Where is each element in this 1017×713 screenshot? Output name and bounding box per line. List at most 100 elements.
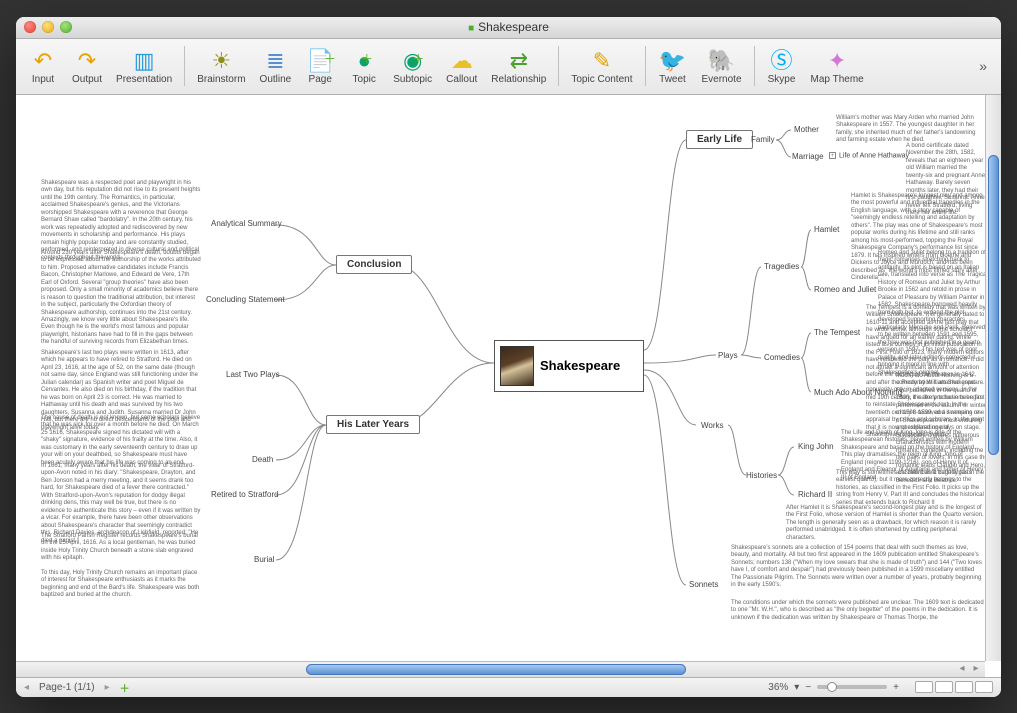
node-king-john[interactable]: King John bbox=[798, 442, 834, 451]
node-histories[interactable]: Histories bbox=[746, 471, 777, 480]
window-controls bbox=[24, 21, 72, 33]
view-mode-4[interactable] bbox=[975, 681, 993, 693]
relationship-button[interactable]: ⇄Relationship bbox=[485, 46, 552, 87]
toolbar-separator bbox=[558, 46, 559, 86]
subtopic-button[interactable]: ◉＋Subtopic bbox=[387, 46, 438, 87]
view-mode-icons bbox=[915, 681, 993, 693]
node-richard[interactable]: Richard II bbox=[798, 490, 832, 499]
horizontal-scrollbar[interactable]: ◂ ▸ bbox=[16, 661, 985, 677]
minimize-icon[interactable] bbox=[42, 21, 54, 33]
map-theme-button[interactable]: ✦Map Theme bbox=[805, 46, 870, 87]
zoom-slider[interactable] bbox=[817, 685, 887, 689]
titlebar[interactable]: Shakespeare bbox=[16, 17, 1001, 39]
node-analytical-summary[interactable]: Analytical Summary bbox=[211, 219, 282, 228]
callout-button[interactable]: ☁Callout bbox=[440, 46, 483, 87]
page-indicator[interactable]: Page-1 (1/1) bbox=[39, 682, 95, 693]
output-icon: ↷ bbox=[78, 48, 96, 74]
next-page-icon[interactable]: ▸ bbox=[105, 682, 110, 693]
skype-icon: Ⓢ bbox=[771, 48, 793, 74]
output-button[interactable]: ↷Output bbox=[66, 46, 108, 87]
relationship-icon: ⇄ bbox=[510, 48, 528, 74]
zoom-out-icon[interactable]: − bbox=[805, 682, 811, 693]
node-conclusion[interactable]: Conclusion bbox=[336, 255, 412, 274]
outline-button[interactable]: ≣Outline bbox=[254, 46, 298, 87]
input-icon: ↶ bbox=[34, 48, 52, 74]
node-anne-hathaway[interactable]: +Life of Anne Hathaway bbox=[829, 152, 909, 159]
brainstorm-icon: ☀ bbox=[212, 48, 232, 74]
node-mother[interactable]: Mother bbox=[794, 125, 819, 134]
note-burial-2: To this day, Holy Trinity Church remains… bbox=[41, 570, 201, 600]
node-retired-stratford[interactable]: Retired to Stratford bbox=[211, 490, 279, 499]
maximize-icon[interactable] bbox=[60, 21, 72, 33]
node-concluding-statement[interactable]: Concluding Statement bbox=[206, 295, 285, 304]
toolbar-separator bbox=[645, 46, 646, 86]
window-title: Shakespeare bbox=[24, 20, 993, 34]
scroll-left-icon[interactable]: ◂ bbox=[955, 662, 969, 676]
prev-page-icon[interactable]: ◂ bbox=[24, 682, 29, 693]
node-plays[interactable]: Plays bbox=[718, 351, 738, 360]
close-icon[interactable] bbox=[24, 21, 36, 33]
node-works[interactable]: Works bbox=[701, 421, 724, 430]
tweet-button[interactable]: 🐦Tweet bbox=[652, 46, 694, 87]
node-comedies[interactable]: Comedies bbox=[764, 353, 800, 362]
node-early-life[interactable]: Early Life bbox=[686, 130, 753, 149]
brainstorm-button[interactable]: ☀Brainstorm bbox=[191, 46, 251, 87]
view-mode-3[interactable] bbox=[955, 681, 973, 693]
zoom-dropdown-icon[interactable]: ▾ bbox=[794, 682, 799, 693]
node-marriage[interactable]: Marriage bbox=[792, 152, 824, 161]
scroll-right-icon[interactable]: ▸ bbox=[969, 662, 983, 676]
note-sonnets-2: The conditions under which the sonnets w… bbox=[731, 600, 986, 623]
toolbar-overflow-icon[interactable]: » bbox=[971, 58, 995, 74]
node-later-years[interactable]: His Later Years bbox=[326, 415, 420, 434]
map-theme-icon: ✦ bbox=[828, 48, 846, 74]
zoom-value: 36% bbox=[768, 682, 788, 693]
page-icon: 📄＋ bbox=[307, 48, 334, 74]
outline-icon: ≣ bbox=[266, 48, 284, 74]
skype-button[interactable]: ⓈSkype bbox=[761, 46, 803, 87]
scrollbar-thumb[interactable] bbox=[988, 155, 999, 455]
add-page-icon[interactable]: ＋ bbox=[120, 680, 130, 695]
zoom-in-icon[interactable]: + bbox=[893, 682, 899, 693]
topic-icon: ●＋ bbox=[358, 48, 371, 74]
node-tragedies[interactable]: Tragedies bbox=[764, 262, 799, 271]
central-label: Shakespeare bbox=[540, 358, 620, 373]
node-much-ado[interactable]: Much Ado About Nothing bbox=[814, 388, 902, 397]
scrollbar-thumb[interactable] bbox=[306, 664, 686, 675]
input-button[interactable]: ↶Input bbox=[22, 46, 64, 87]
view-mode-1[interactable] bbox=[915, 681, 933, 693]
status-bar: ◂ Page-1 (1/1) ▸ ＋ 36% ▾ − + bbox=[16, 677, 1001, 697]
node-romeo[interactable]: Romeo and Juliet bbox=[814, 285, 876, 294]
callout-icon: ☁ bbox=[451, 48, 473, 74]
toolbar-separator bbox=[184, 46, 185, 86]
note-richard: This play is sometimes classified as a t… bbox=[836, 470, 986, 508]
presentation-button[interactable]: ▥Presentation bbox=[110, 46, 178, 87]
evernote-button[interactable]: 🐘Evernote bbox=[696, 46, 748, 87]
toolbar: ↶Input ↷Output ▥Presentation ☀Brainstorm… bbox=[16, 39, 1001, 95]
expand-icon[interactable]: + bbox=[829, 152, 836, 159]
node-tempest[interactable]: The Tempest bbox=[814, 328, 860, 337]
node-last-two-plays[interactable]: Last Two Plays bbox=[226, 370, 280, 379]
zoom-knob[interactable] bbox=[827, 682, 837, 692]
mindmap-canvas[interactable]: Shakespeare Conclusion Analytical Summar… bbox=[16, 95, 1001, 677]
presentation-icon: ▥ bbox=[134, 48, 155, 74]
zoom-controls: 36% ▾ − + bbox=[768, 681, 993, 693]
note-concluding-2: Amazingly, we know very little about Sha… bbox=[41, 317, 201, 347]
subtopic-icon: ◉＋ bbox=[403, 48, 422, 74]
topic-content-icon: ✎ bbox=[593, 48, 611, 74]
note-death-1: The cause of death is not known, but som… bbox=[41, 415, 201, 468]
toolbar-separator bbox=[754, 46, 755, 86]
evernote-icon: 🐘 bbox=[708, 48, 735, 74]
central-topic[interactable]: Shakespeare bbox=[494, 340, 644, 392]
vertical-scrollbar[interactable] bbox=[985, 95, 1001, 661]
view-mode-2[interactable] bbox=[935, 681, 953, 693]
page-button[interactable]: 📄＋Page bbox=[299, 46, 341, 87]
node-family[interactable]: Family bbox=[751, 135, 775, 144]
topic-content-button[interactable]: ✎Topic Content bbox=[565, 46, 638, 87]
node-burial[interactable]: Burial bbox=[254, 555, 274, 564]
node-hamlet[interactable]: Hamlet bbox=[814, 225, 839, 234]
note-mother: William's mother was Mary Arden who marr… bbox=[836, 115, 981, 145]
app-window: Shakespeare ↶Input ↷Output ▥Presentation… bbox=[16, 17, 1001, 697]
topic-button[interactable]: ●＋Topic bbox=[343, 46, 385, 87]
node-sonnets[interactable]: Sonnets bbox=[689, 580, 718, 589]
node-death[interactable]: Death bbox=[252, 455, 273, 464]
